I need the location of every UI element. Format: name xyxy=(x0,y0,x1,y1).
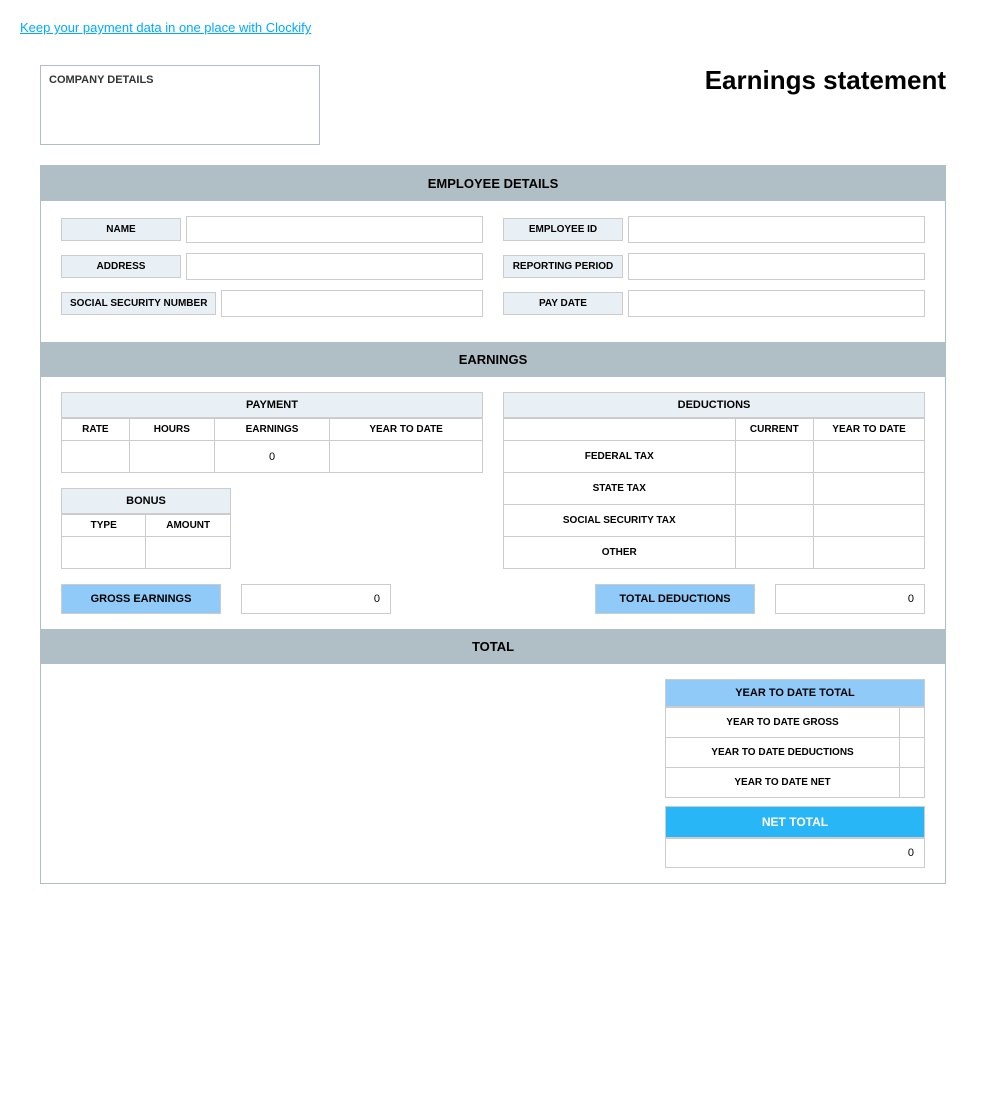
address-label: ADDRESS xyxy=(61,255,181,278)
earnings-inner: PAYMENT RATE HOURS EARNINGS YEAR TO DATE xyxy=(61,392,925,569)
ytd-deductions-label: YEAR TO DATE DEDUCTIONS xyxy=(666,738,900,768)
ytd-total-header: YEAR TO DATE TOTAL xyxy=(665,679,925,707)
company-details-box: COMPANY DETAILS xyxy=(40,65,320,145)
payment-col-rate: RATE xyxy=(62,419,130,441)
bonus-type-cell xyxy=(62,537,146,569)
payment-rate-cell xyxy=(62,441,130,473)
employee-details-section: NAME EMPLOYEE ID ADDRESS REPORTING PERIO… xyxy=(41,201,945,342)
federal-tax-label: FEDERAL TAX xyxy=(504,441,736,473)
ssn-field-group: SOCIAL SECURITY NUMBER xyxy=(61,290,483,317)
total-section: YEAR TO DATE TOTAL YEAR TO DATE GROSS YE… xyxy=(41,664,945,883)
bonus-header: BONUS xyxy=(61,488,231,514)
net-total-value: 0 xyxy=(665,838,925,868)
ytd-table: YEAR TO DATE GROSS YEAR TO DATE DEDUCTIO… xyxy=(665,707,925,798)
name-label: NAME xyxy=(61,218,181,241)
employee-details-header: EMPLOYEE DETAILS xyxy=(41,166,945,201)
employee-id-label: EMPLOYEE ID xyxy=(503,218,623,241)
name-field-group: NAME xyxy=(61,216,483,243)
ss-tax-current xyxy=(735,505,814,537)
total-deductions-label: TOTAL DEDUCTIONS xyxy=(595,584,755,614)
ytd-row-gross: YEAR TO DATE GROSS xyxy=(666,708,925,738)
payment-col-hours: HOURS xyxy=(129,419,214,441)
pay-date-label: PAY DATE xyxy=(503,292,623,315)
deductions-table: CURRENT YEAR TO DATE FEDERAL TAX STATE T… xyxy=(503,418,925,569)
name-input[interactable] xyxy=(186,216,483,243)
net-total-header: NET TOTAL xyxy=(665,806,925,838)
employee-id-field-group: EMPLOYEE ID xyxy=(503,216,925,243)
deductions-col-label xyxy=(504,419,736,441)
pay-date-input[interactable] xyxy=(628,290,925,317)
payment-table: RATE HOURS EARNINGS YEAR TO DATE 0 xyxy=(61,418,483,473)
deduction-row-federal: FEDERAL TAX xyxy=(504,441,925,473)
deduction-row-state: STATE TAX xyxy=(504,473,925,505)
other-current xyxy=(735,537,814,569)
bonus-block: BONUS TYPE AMOUNT xyxy=(61,488,483,569)
federal-tax-ytd xyxy=(814,441,925,473)
deductions-header: DEDUCTIONS xyxy=(503,392,925,418)
payment-col-ytd: YEAR TO DATE xyxy=(330,419,483,441)
address-input[interactable] xyxy=(186,253,483,280)
main-container: EMPLOYEE DETAILS NAME EMPLOYEE ID ADDRES… xyxy=(40,165,946,884)
company-details-label: COMPANY DETAILS xyxy=(49,74,154,86)
payment-header: PAYMENT xyxy=(61,392,483,418)
deductions-col-current: CURRENT xyxy=(735,419,814,441)
bonus-table: TYPE AMOUNT xyxy=(61,514,231,569)
bonus-row xyxy=(62,537,231,569)
state-tax-current xyxy=(735,473,814,505)
reporting-period-label: REPORTING PERIOD xyxy=(503,255,623,278)
clockify-link[interactable]: Keep your payment data in one place with… xyxy=(20,20,966,35)
ssn-label: SOCIAL SECURITY NUMBER xyxy=(61,292,216,315)
deduction-row-other: OTHER xyxy=(504,537,925,569)
payment-ytd-cell xyxy=(330,441,483,473)
ss-tax-label: SOCIAL SECURITY TAX xyxy=(504,505,736,537)
employee-id-input[interactable] xyxy=(628,216,925,243)
payment-col-earnings: EARNINGS xyxy=(214,419,329,441)
other-ytd xyxy=(814,537,925,569)
reporting-period-input[interactable] xyxy=(628,253,925,280)
deductions-block: DEDUCTIONS CURRENT YEAR TO DATE FEDERAL … xyxy=(503,392,925,569)
federal-tax-current xyxy=(735,441,814,473)
bonus-col-amount: AMOUNT xyxy=(146,515,231,537)
address-field-group: ADDRESS xyxy=(61,253,483,280)
total-deductions-value: 0 xyxy=(775,584,925,614)
earnings-section: PAYMENT RATE HOURS EARNINGS YEAR TO DATE xyxy=(41,377,945,629)
ytd-row-deductions: YEAR TO DATE DEDUCTIONS xyxy=(666,738,925,768)
ytd-gross-label: YEAR TO DATE GROSS xyxy=(666,708,900,738)
ssn-input[interactable] xyxy=(221,290,483,317)
payment-block: PAYMENT RATE HOURS EARNINGS YEAR TO DATE xyxy=(61,392,483,569)
payment-row: 0 xyxy=(62,441,483,473)
employee-row-2: ADDRESS REPORTING PERIOD xyxy=(61,253,925,280)
gross-earnings-value: 0 xyxy=(241,584,391,614)
deductions-col-ytd: YEAR TO DATE xyxy=(814,419,925,441)
gross-earnings-label: GROSS EARNINGS xyxy=(61,584,221,614)
pay-date-field-group: PAY DATE xyxy=(503,290,925,317)
ytd-block: YEAR TO DATE TOTAL YEAR TO DATE GROSS YE… xyxy=(665,679,925,868)
ytd-net-value xyxy=(900,768,925,798)
ytd-row-net: YEAR TO DATE NET xyxy=(666,768,925,798)
deduction-row-ss: SOCIAL SECURITY TAX xyxy=(504,505,925,537)
reporting-period-field-group: REPORTING PERIOD xyxy=(503,253,925,280)
bonus-col-type: TYPE xyxy=(62,515,146,537)
page-title: Earnings statement xyxy=(705,65,946,96)
total-header: TOTAL xyxy=(41,629,945,664)
other-label: OTHER xyxy=(504,537,736,569)
ytd-net-label: YEAR TO DATE NET xyxy=(666,768,900,798)
earnings-header: EARNINGS xyxy=(41,342,945,377)
ytd-gross-value xyxy=(900,708,925,738)
ytd-deductions-value xyxy=(900,738,925,768)
bonus-amount-cell xyxy=(146,537,231,569)
payment-hours-cell xyxy=(129,441,214,473)
payment-earnings-cell: 0 xyxy=(214,441,329,473)
employee-row-1: NAME EMPLOYEE ID xyxy=(61,216,925,243)
ss-tax-ytd xyxy=(814,505,925,537)
totals-row: GROSS EARNINGS 0 TOTAL DEDUCTIONS 0 xyxy=(61,584,925,614)
employee-row-3: SOCIAL SECURITY NUMBER PAY DATE xyxy=(61,290,925,317)
state-tax-label: STATE TAX xyxy=(504,473,736,505)
state-tax-ytd xyxy=(814,473,925,505)
